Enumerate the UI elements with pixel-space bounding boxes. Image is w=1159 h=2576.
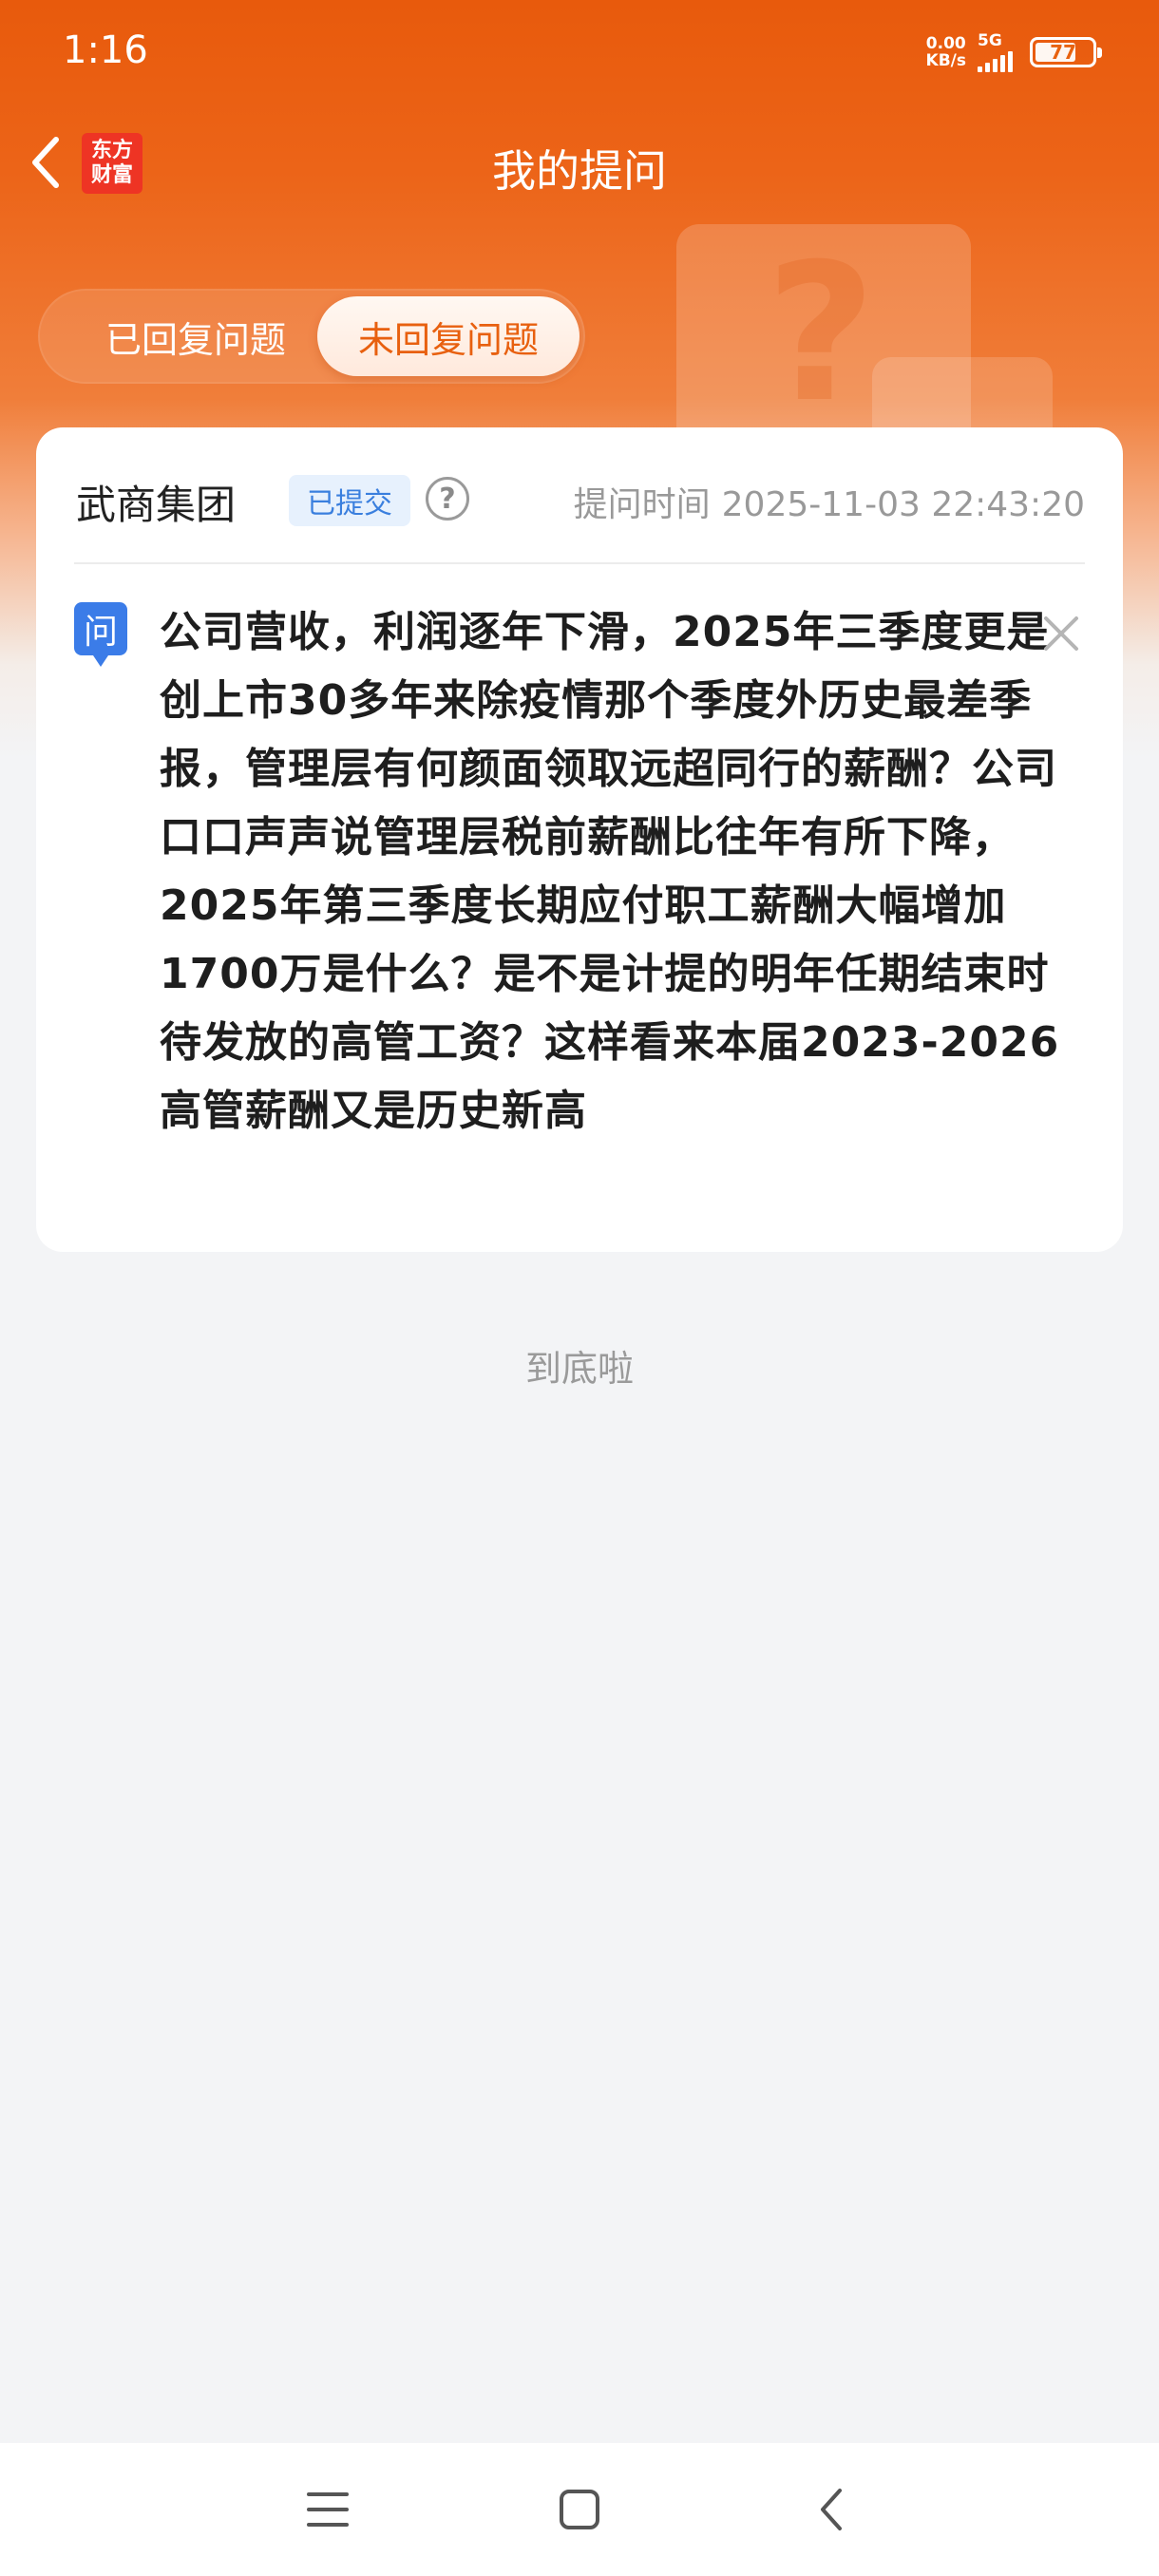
tab-unanswered[interactable]: 未回复问题 [317,296,580,376]
back-arrow-icon [821,2489,842,2530]
question-text: 公司营收，利润逐年下滑，2025年三季度更是创上市30多年来除疫情那个季度外历史… [160,608,1060,1135]
status-time: 1:16 [63,28,148,72]
ask-time-label: 提问时间 [573,485,711,524]
network-type: 5G [978,30,1002,50]
home-icon [560,2490,599,2529]
network-speed-unit: KB/s [925,51,966,70]
status-indicators: 0.00 KB/s 5G 77 [926,30,1102,74]
system-nav-bar [0,2443,1159,2576]
screen: 1:16 0.00 KB/s 5G 77 东方 财富 我的提问 ? 已回复问题 … [0,0,1159,2576]
tab-answered[interactable]: 已回复问题 [53,296,338,376]
tab-switcher: 已回复问题 未回复问题 [38,289,585,384]
page-title: 我的提问 [492,145,667,197]
battery-icon: 77 [1030,37,1102,67]
signal-icon: 5G [978,30,1013,72]
status-bar: 1:16 0.00 KB/s 5G 77 [0,0,1159,104]
menu-button[interactable] [285,2472,370,2548]
network-speed-value: 0.00 [925,34,966,53]
menu-icon [307,2492,349,2527]
system-back-button[interactable] [788,2472,874,2548]
ask-time-value: 2025-11-03 22:43:20 [721,485,1085,524]
ask-time: 提问时间 2025-11-03 22:43:20 [574,477,1085,526]
end-of-list-text: 到底啦 [524,1348,634,1390]
question-card: 武商集团 已提交 ? 提问时间 2025-11-03 22:43:20 问 公司营… [36,427,1123,1252]
question-badge-icon: 问 [74,602,127,667]
help-icon[interactable]: ? [426,477,469,521]
close-icon[interactable] [1041,614,1081,653]
status-badge: 已提交 [289,475,410,526]
company-name[interactable]: 武商集团 [76,473,236,531]
home-button[interactable] [537,2472,622,2548]
battery-level: 77 [1050,41,1076,64]
divider [74,562,1085,564]
network-speed: 0.00 KB/s [926,35,966,69]
